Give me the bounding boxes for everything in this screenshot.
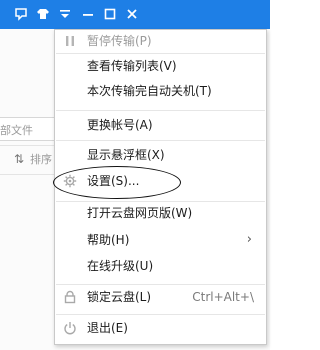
main-menu: 暂停传输(P) 查看传输列表(V) 本次传输完自动关机(T) 更换帐号(A) 显… [54,29,267,345]
menu-item-exit[interactable]: 退出(E) [55,317,266,339]
search-input[interactable]: 部文件 [0,117,58,141]
sort-label: 排序 [30,153,52,166]
menu-item-label: 更换帐号(A) [87,118,153,132]
lock-icon [63,290,77,304]
menu-item-switch-account[interactable]: 更换帐号(A) [55,114,266,136]
menu-item-label: 暂停传输(P) [87,34,152,48]
menu-separator [56,53,265,54]
menu-item-label: 退出(E) [87,321,128,335]
power-icon [63,321,77,335]
chevron-right-icon: › [246,232,252,247]
menu-item-label: 锁定云盘(L) [87,290,152,304]
menu-item-label: 设置(S)... [87,174,140,188]
menu-dropdown-icon[interactable] [58,7,72,21]
menu-item-open-web-version[interactable]: 打开云盘网页版(W) [55,202,266,224]
close-icon[interactable] [125,7,139,21]
menu-item-online-upgrade[interactable]: 在线升级(U) [55,255,266,277]
menu-item-label: 打开云盘网页版(W) [87,206,193,220]
menu-item-auto-shutdown[interactable]: 本次传输完自动关机(T) [55,80,266,102]
maximize-icon[interactable] [103,7,117,21]
menu-separator [56,110,265,111]
menu-item-pause-transfer[interactable]: 暂停传输(P) [55,30,266,52]
menu-separator [56,284,265,285]
menu-item-lock-drive[interactable]: 锁定云盘(L) Ctrl+Alt+\ [55,286,266,308]
menu-separator [56,314,265,315]
menu-item-label: 查看传输列表(V) [87,59,177,73]
title-bar [0,0,270,29]
sort-button[interactable]: ⇅ 排序 [14,151,52,167]
menu-item-label: 帮助(H) [87,233,130,247]
sort-icon: ⇅ [14,152,25,166]
menu-item-shortcut: Ctrl+Alt+\ [192,290,254,304]
divider [0,174,60,175]
search-placeholder: 部文件 [0,124,33,137]
divider [0,145,60,146]
menu-item-label: 本次传输完自动关机(T) [87,84,212,98]
menu-separator [56,140,265,141]
menu-item-label: 显示悬浮框(X) [87,148,165,162]
feedback-icon[interactable] [14,7,28,21]
menu-item-help[interactable]: 帮助(H) › [55,229,266,251]
menu-item-label: 在线升级(U) [87,259,154,273]
skin-icon[interactable] [36,7,50,21]
pause-icon [63,34,77,48]
menu-item-settings[interactable]: 设置(S)... [55,170,266,192]
gear-icon [63,174,77,188]
menu-item-view-transfer-list[interactable]: 查看传输列表(V) [55,55,266,77]
menu-item-show-float-window[interactable]: 显示悬浮框(X) [55,144,266,166]
minimize-icon[interactable] [81,7,95,21]
